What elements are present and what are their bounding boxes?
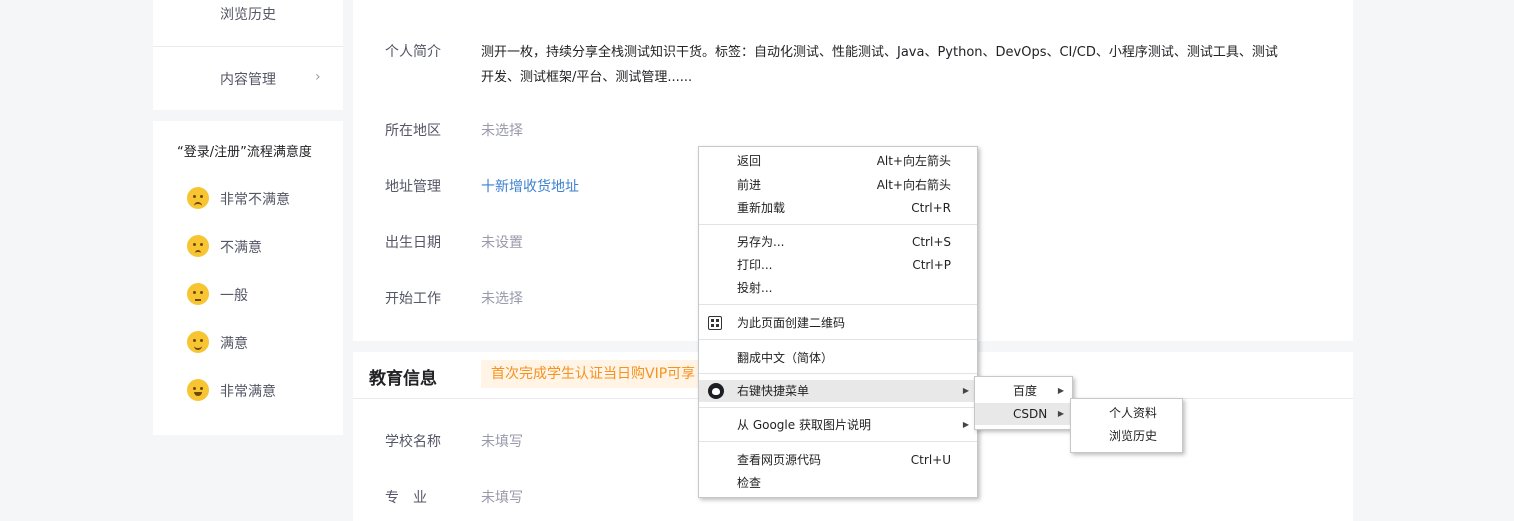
- submenu-arrow-icon: ▶: [1057, 386, 1064, 395]
- menu-item-label: 前进: [737, 178, 762, 192]
- menu-item-label: 返回: [737, 154, 762, 168]
- menu-item-shortcut: Ctrl+U: [910, 453, 951, 467]
- school-value[interactable]: 未填写: [481, 431, 523, 451]
- submenu-arrow-icon: ▶: [1057, 409, 1064, 418]
- sidebar-item-content-management[interactable]: 内容管理 ›: [153, 69, 343, 115]
- grin-face-icon: [187, 379, 209, 401]
- menu-item-google-image-description[interactable]: 从 Google 获取图片说明 ▶: [699, 414, 977, 436]
- survey-option-label: 一般: [220, 288, 248, 304]
- survey-option-label: 非常满意: [220, 384, 276, 400]
- birth-date-value[interactable]: 未设置: [481, 232, 523, 252]
- menu-item-label: 检查: [737, 476, 762, 490]
- menu-item-label: 右键快捷菜单: [737, 384, 810, 398]
- school-label: 学校名称: [385, 434, 441, 450]
- menu-item-reload[interactable]: 重新加载 Ctrl+R: [699, 197, 977, 219]
- divider: [153, 46, 343, 47]
- menu-divider: [699, 304, 977, 305]
- sidebar-item-label: 浏览历史: [220, 7, 276, 23]
- region-value[interactable]: 未选择: [481, 120, 523, 140]
- submenu-item-baidu[interactable]: 百度 ▶: [975, 380, 1072, 402]
- menu-item-inspect[interactable]: 检查: [699, 472, 977, 494]
- menu-item-label: 从 Google 获取图片说明: [737, 418, 871, 432]
- satisfaction-survey: “登录/注册”流程满意度 非常不满意 不满意 一般 满意 非常满意: [153, 121, 343, 435]
- smile-face-icon: [187, 331, 209, 353]
- menu-item-label: 打印...: [737, 258, 773, 272]
- submenu-arrow-icon: ▶: [962, 386, 969, 395]
- menu-item-shortcut: Ctrl+R: [911, 201, 951, 215]
- menu-item-cast[interactable]: 投射...: [699, 277, 977, 299]
- major-label: 专 业: [385, 490, 427, 506]
- menu-divider: [699, 373, 977, 374]
- menu-divider: [699, 339, 977, 340]
- menu-item-label: 为此页面创建二维码: [737, 316, 846, 330]
- submenu-item-profile[interactable]: 个人资料: [1071, 402, 1182, 424]
- chevron-right-icon: ›: [315, 69, 321, 85]
- submenu-item-browse-history[interactable]: 浏览历史: [1071, 425, 1182, 447]
- worried-face-icon: [187, 235, 209, 257]
- survey-option-label: 满意: [220, 336, 248, 352]
- address-label: 地址管理: [385, 179, 441, 195]
- work-start-value[interactable]: 未选择: [481, 288, 523, 308]
- menu-item-label: 另存为...: [737, 235, 785, 249]
- work-start-label: 开始工作: [385, 291, 441, 307]
- menu-item-forward[interactable]: 前进 Alt+向右箭头: [699, 174, 977, 196]
- sidebar-nav: 浏览历史 内容管理 ›: [153, 0, 343, 110]
- quick-submenu: 百度 ▶ CSDN ▶: [974, 376, 1073, 430]
- birth-date-label: 出生日期: [385, 235, 441, 251]
- bio-label: 个人简介: [385, 44, 441, 60]
- menu-divider: [699, 224, 977, 225]
- education-title: 教育信息: [369, 369, 437, 389]
- menu-item-shortcut: Ctrl+S: [911, 235, 951, 249]
- context-menu: 返回 Alt+向左箭头 前进 Alt+向右箭头 重新加载 Ctrl+R 另存为.…: [698, 146, 978, 498]
- github-icon: [708, 383, 724, 399]
- menu-item-label: CSDN: [1013, 407, 1048, 421]
- menu-divider: [699, 441, 977, 442]
- sidebar-item-label: 内容管理: [220, 72, 276, 88]
- add-address-link[interactable]: 十新增收货地址: [481, 176, 579, 196]
- sidebar-item-browse-history[interactable]: 浏览历史: [153, 4, 343, 50]
- menu-item-shortcut: Ctrl+P: [912, 258, 951, 272]
- menu-item-label: 翻成中文（简体）: [737, 351, 834, 365]
- survey-title: “登录/注册”流程满意度: [177, 145, 312, 160]
- menu-item-create-qr[interactable]: 为此页面创建二维码: [699, 312, 977, 334]
- menu-item-print[interactable]: 打印... Ctrl+P: [699, 254, 977, 276]
- menu-item-shortcut: Alt+向左箭头: [876, 154, 951, 168]
- submenu-arrow-icon: ▶: [962, 420, 969, 429]
- menu-item-label: 投射...: [737, 281, 773, 295]
- submenu-item-csdn[interactable]: CSDN ▶: [975, 403, 1072, 425]
- menu-item-label: 查看网页源代码: [737, 453, 822, 467]
- survey-option-label: 非常不满意: [220, 192, 290, 208]
- bio-value[interactable]: 测开一枚，持续分享全栈测试知识干货。标签：自动化测试、性能测试、Java、Pyt…: [481, 40, 1281, 90]
- menu-item-view-source[interactable]: 查看网页源代码 Ctrl+U: [699, 449, 977, 471]
- major-value[interactable]: 未填写: [481, 487, 523, 507]
- survey-option-label: 不满意: [220, 240, 262, 256]
- menu-item-label: 百度: [1013, 384, 1038, 398]
- menu-item-save-as[interactable]: 另存为... Ctrl+S: [699, 231, 977, 253]
- menu-item-label: 浏览历史: [1109, 429, 1158, 443]
- menu-item-shortcut: Alt+向右箭头: [876, 178, 951, 192]
- region-label: 所在地区: [385, 123, 441, 139]
- student-vip-banner[interactable]: 首次完成学生认证当日购VIP可享: [481, 360, 706, 388]
- menu-divider: [699, 407, 977, 408]
- menu-item-translate[interactable]: 翻成中文（简体）: [699, 347, 977, 369]
- menu-item-back[interactable]: 返回 Alt+向左箭头: [699, 150, 977, 172]
- menu-item-quick-menu[interactable]: 右键快捷菜单 ▶: [699, 380, 977, 402]
- neutral-face-icon: [187, 283, 209, 305]
- angry-face-icon: [187, 187, 209, 209]
- menu-item-label: 重新加载: [737, 201, 786, 215]
- qr-code-icon: [708, 316, 722, 330]
- csdn-submenu: 个人资料 浏览历史: [1070, 398, 1183, 453]
- menu-item-label: 个人资料: [1109, 406, 1158, 420]
